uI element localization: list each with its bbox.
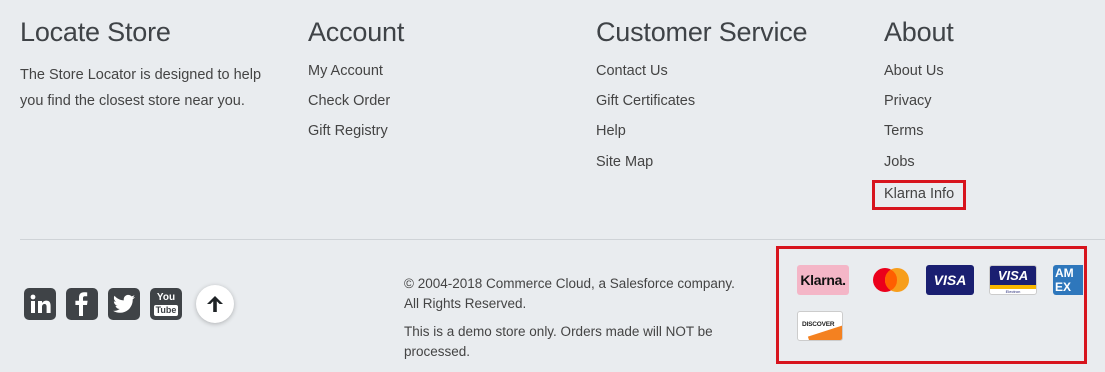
visa-electron-card-icon: VISA Electron	[989, 265, 1037, 295]
customer-service-title: Customer Service	[596, 17, 808, 47]
copyright-block: © 2004-2018 Commerce Cloud, a Salesforce…	[404, 274, 749, 370]
about-title: About	[884, 17, 954, 47]
klarna-info-link[interactable]: Klarna Info	[872, 179, 967, 210]
amex-card-icon: AM EX	[1053, 265, 1083, 295]
demo-store-notice: This is a demo store only. Orders made w…	[404, 324, 713, 359]
site-map-link[interactable]: Site Map	[596, 153, 807, 172]
discover-card-icon: DISCOVER	[797, 311, 843, 341]
locate-store-title: Locate Store	[20, 17, 171, 47]
arrow-up-icon	[207, 296, 223, 312]
back-to-top-button[interactable]	[196, 285, 234, 323]
about-column: About About Us Privacy Terms Jobs Klarna…	[872, 14, 967, 221]
facebook-icon[interactable]	[66, 288, 98, 320]
payment-methods: Klarna. VISA VISA Electron AM EX DISCOVE…	[776, 246, 1087, 364]
linkedin-icon[interactable]	[24, 288, 56, 320]
klarna-card-icon: Klarna.	[797, 265, 849, 295]
youtube-label-bottom: Tube	[153, 304, 179, 316]
customer-service-column: Customer Service Contact Us Gift Certifi…	[596, 14, 808, 183]
account-title: Account	[308, 17, 405, 47]
privacy-link[interactable]: Privacy	[884, 92, 966, 111]
twitter-glyph	[113, 294, 135, 313]
locate-store-description: The Store Locator is designed to help yo…	[20, 67, 262, 109]
contact-us-link[interactable]: Contact Us	[596, 62, 807, 81]
footer-divider	[20, 239, 1105, 240]
check-order-link[interactable]: Check Order	[308, 92, 404, 111]
mastercard-icon	[867, 265, 915, 295]
discover-label: DISCOVER	[802, 321, 835, 328]
about-us-link[interactable]: About Us	[884, 62, 966, 81]
jobs-link[interactable]: Jobs	[884, 153, 966, 172]
facebook-glyph	[75, 292, 88, 316]
linkedin-glyph	[30, 294, 51, 313]
social-links: You Tube	[24, 285, 234, 323]
terms-link[interactable]: Terms	[884, 122, 966, 141]
account-column: Account My Account Check Order Gift Regi…	[308, 14, 404, 153]
my-account-link[interactable]: My Account	[308, 62, 404, 81]
locate-store-column: Locate Store The Store Locator is design…	[20, 14, 270, 114]
gift-certificates-link[interactable]: Gift Certificates	[596, 92, 807, 111]
twitter-icon[interactable]	[108, 288, 140, 320]
visa-electron-label: VISA	[990, 266, 1036, 285]
visa-card-icon: VISA	[926, 265, 974, 295]
visa-electron-sub: Electron	[1005, 289, 1021, 294]
gift-registry-link[interactable]: Gift Registry	[308, 122, 404, 141]
mastercard-glyph	[873, 268, 909, 292]
youtube-icon[interactable]: You Tube	[150, 288, 182, 320]
youtube-label-top: You	[156, 291, 176, 303]
help-link[interactable]: Help	[596, 122, 807, 141]
copyright-text: © 2004-2018 Commerce Cloud, a Salesforce…	[404, 276, 735, 311]
